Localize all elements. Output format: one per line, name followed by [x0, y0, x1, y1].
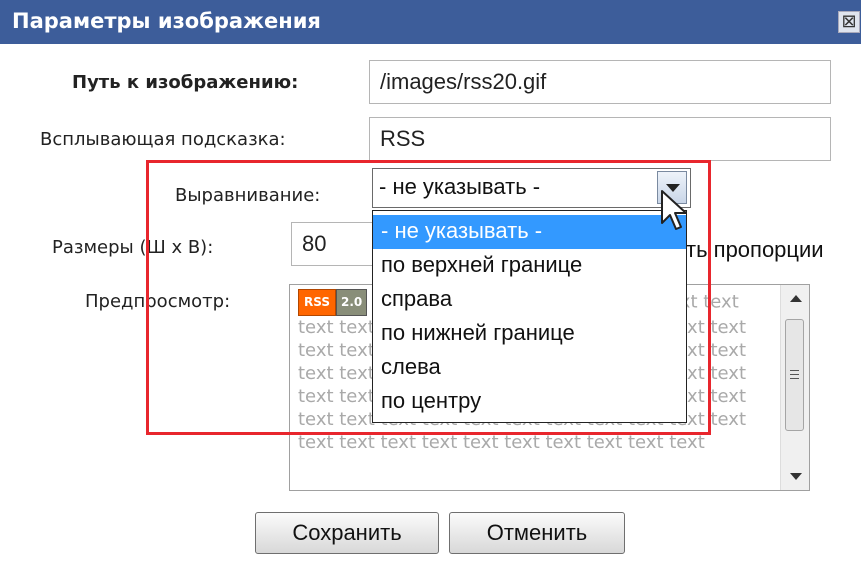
width-input[interactable]: 80 — [291, 222, 381, 266]
alignment-option-none[interactable]: - не указывать - — [373, 215, 686, 249]
mouse-pointer-icon — [660, 189, 688, 237]
close-icon[interactable]: ⊠ — [838, 11, 860, 33]
rss-badge-image: RSS 2.0 — [298, 289, 368, 316]
image-path-input[interactable]: /images/rss20.gif — [369, 60, 831, 104]
tooltip-input[interactable]: RSS — [369, 117, 831, 161]
image-parameters-dialog: Параметры изображения ⊠ Путь к изображен… — [0, 0, 861, 570]
scroll-down-icon[interactable] — [790, 473, 802, 480]
alignment-option-bottom[interactable]: по нижней границе — [373, 317, 686, 351]
dialog-titlebar: Параметры изображения ⊠ — [0, 0, 861, 44]
alignment-select[interactable]: - не указывать - — [372, 168, 691, 208]
image-path-label: Путь к изображению: — [72, 72, 299, 93]
tooltip-label: Всплывающая подсказка: — [40, 129, 286, 150]
alignment-option-center[interactable]: по центру — [373, 385, 686, 419]
alignment-selected-value: - не указывать - — [379, 174, 541, 199]
alignment-option-left[interactable]: слева — [373, 351, 686, 385]
scroll-up-icon[interactable] — [790, 295, 802, 302]
alignment-option-right[interactable]: справа — [373, 283, 686, 317]
preview-scrollbar[interactable] — [780, 285, 809, 490]
save-button[interactable]: Сохранить — [255, 512, 439, 554]
keep-proportions-label: ть пропорции — [686, 237, 824, 262]
alignment-dropdown-list: - не указывать - по верхней границе спра… — [372, 210, 687, 423]
cancel-button[interactable]: Отменить — [449, 512, 625, 554]
alignment-option-top[interactable]: по верхней границе — [373, 249, 686, 283]
dialog-title: Параметры изображения — [12, 9, 321, 33]
scrollbar-thumb[interactable] — [785, 319, 804, 431]
alignment-label: Выравнивание: — [175, 185, 321, 206]
size-label: Размеры (Ш х В): — [52, 237, 214, 258]
preview-label: Предпросмотр: — [85, 291, 231, 312]
